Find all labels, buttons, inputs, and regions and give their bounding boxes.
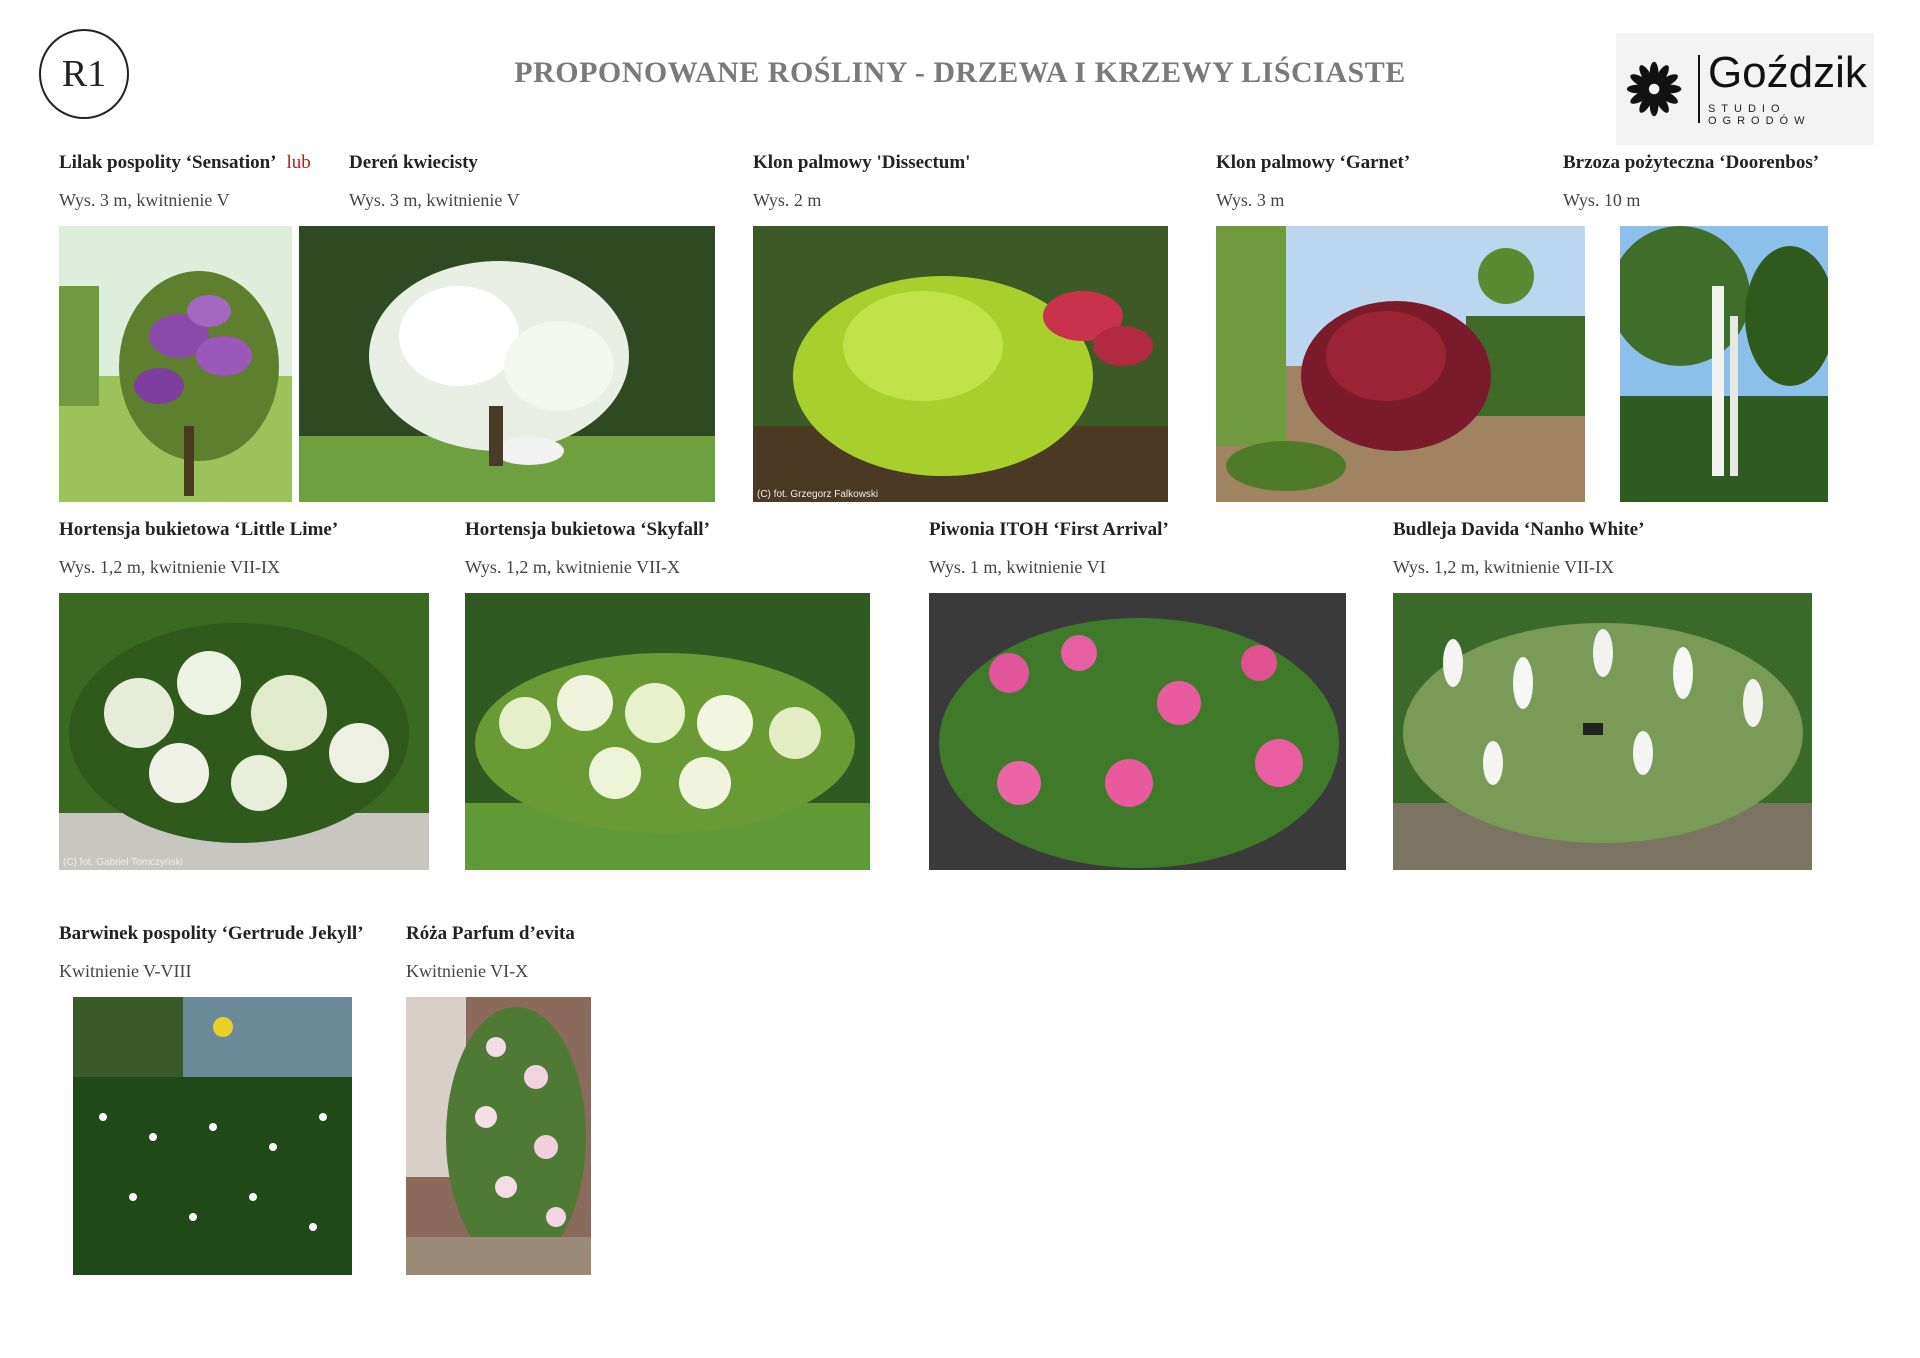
plant-info-roza: Kwitnienie VI-X [406, 961, 529, 981]
plant-info-klon-garnet: Wys. 3 m [1216, 190, 1285, 210]
plant-name-klon-garnet: Klon palmowy ‘Garnet’ [1216, 152, 1411, 173]
plant-info-hortensja-lime: Wys. 1,2 m, kwitnienie VII-IX [59, 557, 281, 577]
plant-info-klon-dissectum: Wys. 2 m [753, 190, 822, 210]
photo-lilak [59, 226, 292, 502]
plant-info-budleja: Wys. 1,2 m, kwitnienie VII-IX [1393, 557, 1615, 577]
photo-budleja [1393, 593, 1812, 870]
plant-info-brzoza: Wys. 10 m [1563, 190, 1641, 210]
plant-name-piwonia: Piwonia ITOH ‘First Arrival’ [929, 519, 1169, 540]
photo-credit: (C) fot. Grzegorz Falkowski [757, 489, 879, 500]
plant-name-barwinek: Barwinek pospolity ‘Gertrude Jekyll’ [59, 923, 364, 944]
studio-logo: Goździk STUDIO OGRODÓW [1616, 33, 1874, 145]
flower-logo-icon [1626, 61, 1682, 117]
plant-name-roza: Róża Parfum d’evita [406, 923, 575, 944]
photo-klon-dissectum: (C) fot. Grzegorz Falkowski [753, 226, 1168, 502]
photo-piwonia [929, 593, 1346, 870]
logo-subtitle: STUDIO OGRODÓW [1707, 103, 1811, 127]
alternative-marker: lub [286, 152, 311, 173]
plant-name-deren: Dereń kwiecisty [349, 152, 478, 173]
logo-divider [1698, 55, 1700, 123]
plant-info-barwinek: Kwitnienie V-VIII [59, 961, 192, 981]
photo-roza [406, 997, 591, 1275]
photo-klon-garnet [1216, 226, 1585, 502]
plant-info-lilak: Wys. 3 m, kwitnienie V [59, 190, 230, 210]
plant-name-hortensja-skyfall: Hortensja bukietowa ‘Skyfall’ [465, 519, 710, 540]
plant-info-hortensja-skyfall: Wys. 1,2 m, kwitnienie VII-X [465, 557, 681, 577]
logo-name: Goździk [1707, 48, 1867, 97]
plant-name-budleja: Budleja Davida ‘Nanho White’ [1393, 519, 1645, 540]
photo-deren [299, 226, 715, 502]
plant-info-deren: Wys. 3 m, kwitnienie V [349, 190, 520, 210]
photo-brzoza [1620, 226, 1828, 502]
plant-name-brzoza: Brzoza pożyteczna ‘Doorenbos’ [1563, 152, 1820, 173]
plant-info-piwonia: Wys. 1 m, kwitnienie VI [929, 557, 1106, 577]
photo-credit: (C) fot. Gabriel Tomczyński [63, 857, 183, 868]
plant-name-hortensja-lime: Hortensja bukietowa ‘Little Lime’ [59, 519, 339, 540]
plant-name-klon-dissectum: Klon palmowy 'Dissectum' [753, 152, 971, 173]
plant-name-lilak: Lilak pospolity ‘Sensation’ lub [59, 152, 311, 173]
photo-hortensja-skyfall [465, 593, 870, 870]
photo-hortensja-lime: (C) fot. Gabriel Tomczyński [59, 593, 429, 870]
photo-barwinek [73, 997, 352, 1275]
